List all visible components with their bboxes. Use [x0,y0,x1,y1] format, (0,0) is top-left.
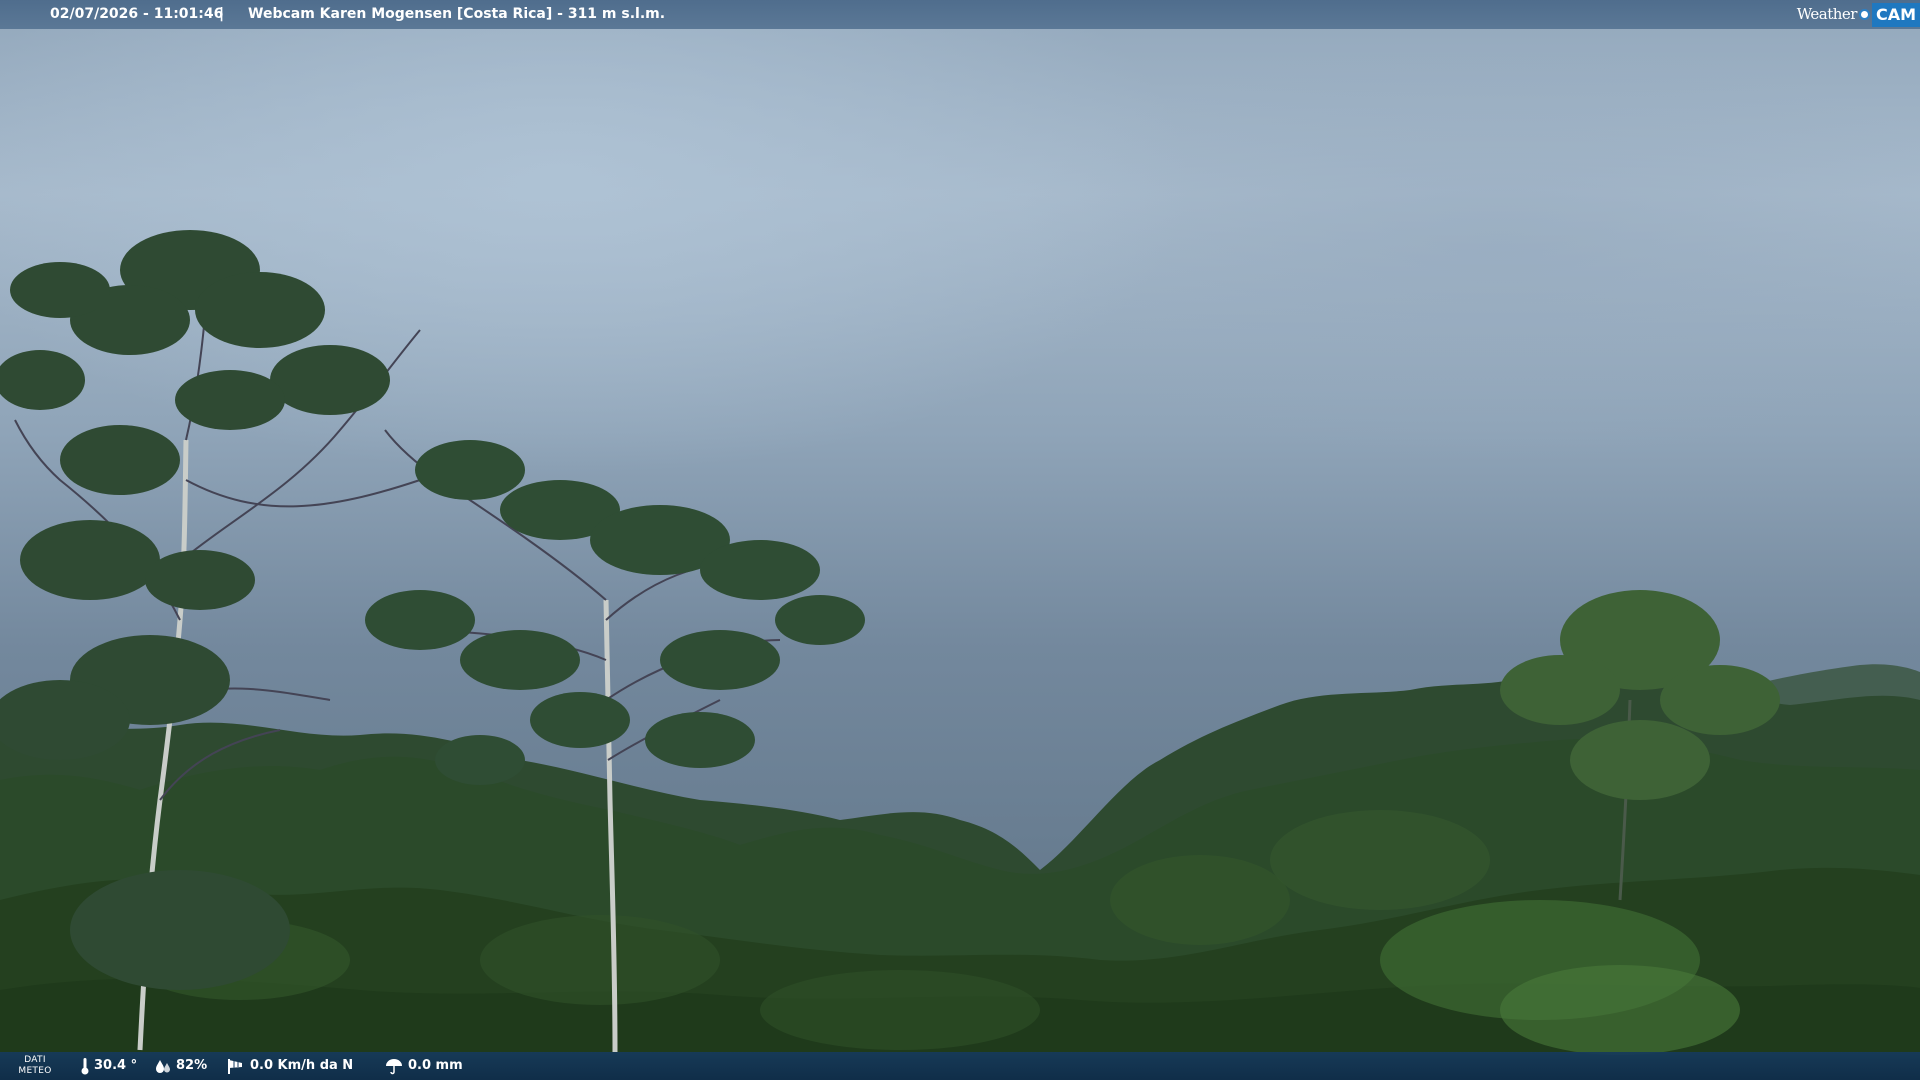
thermometer-icon [81,1058,89,1075]
temperature-reading: 30.4 ° [80,1052,137,1080]
title-separator: | [219,6,225,22]
rain-value: 0.0 mm [408,1058,463,1073]
webcam-title: Webcam Karen Mogensen [Costa Rica] - 311… [248,6,666,22]
weather-label: DATI METEO [14,1055,56,1077]
weather-label-line1: DATI [24,1055,46,1065]
humidity-drops-icon [156,1060,170,1073]
logo-cam-text: CAM [1871,3,1920,27]
rain-reading: 0.0 mm [384,1052,463,1080]
capture-datetime: 02/07/2026 - 11:01:46 [50,6,224,22]
humidity-value: 82% [176,1058,208,1073]
weathercam-logo[interactable]: Weather CAM [1797,0,1920,29]
wind-reading: 0.0 Km/h da N [226,1052,353,1080]
weather-data-bar: DATI METEO 30.4 ° 82% 0.0 Km/h da N 0.0 … [0,1052,1920,1080]
logo-dot-icon [1858,9,1870,20]
rain-umbrella-icon [386,1059,402,1075]
temperature-value: 30.4 ° [94,1058,138,1073]
webcam-frame: 02/07/2026 - 11:01:46 | Webcam Karen Mog… [0,0,1920,1080]
wind-value: 0.0 Km/h da N [250,1058,354,1073]
weather-label-line2: METEO [18,1066,52,1076]
humidity-reading: 82% [154,1052,207,1080]
forest-scene [0,230,1920,1080]
wind-sock-icon [228,1059,242,1074]
top-info-bar: 02/07/2026 - 11:01:46 | Webcam Karen Mog… [0,0,1920,29]
logo-weather-text: Weather [1796,5,1858,23]
